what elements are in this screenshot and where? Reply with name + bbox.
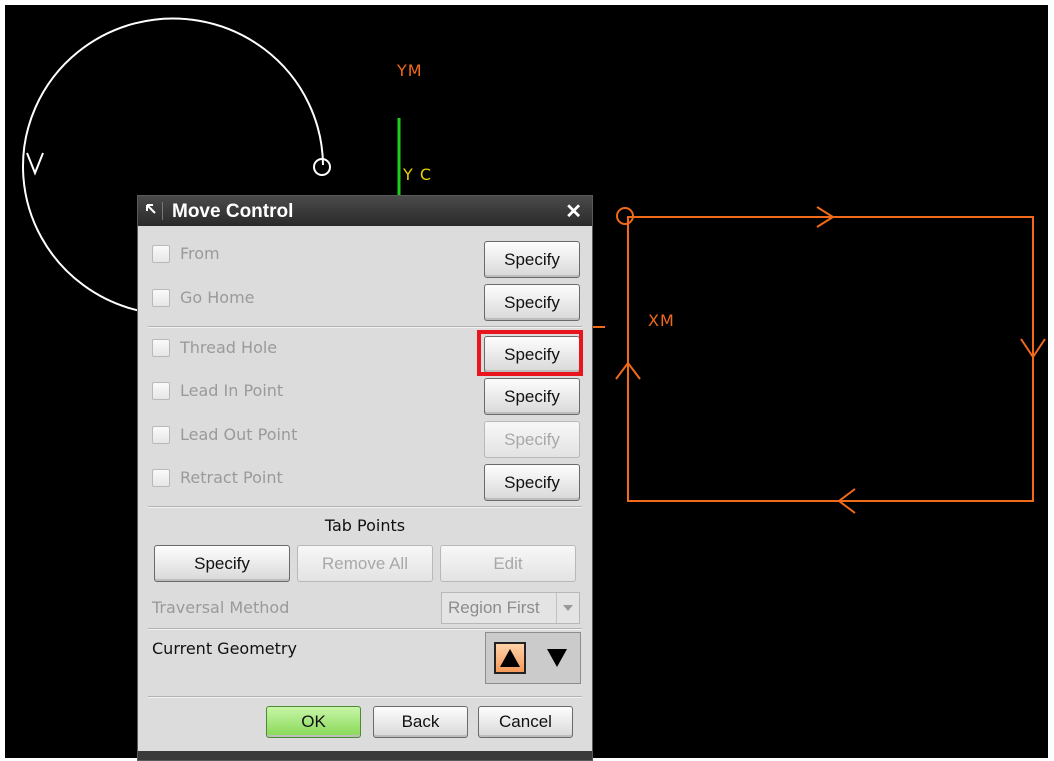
chevron-down-icon bbox=[556, 593, 579, 623]
dialog-title: Move Control bbox=[172, 201, 294, 222]
tab-points-title: Tab Points bbox=[324, 516, 406, 535]
circle-direction-arrow bbox=[26, 152, 44, 176]
go-home-specify-button[interactable]: Specify bbox=[484, 284, 580, 321]
row-from: From bbox=[152, 244, 220, 263]
cancel-button[interactable]: Cancel bbox=[478, 706, 573, 738]
separator bbox=[148, 326, 582, 328]
dialog-titlebar[interactable]: Move Control ✕ bbox=[138, 196, 592, 226]
toolpath-rectangle bbox=[627, 216, 1034, 502]
go-home-label: Go Home bbox=[180, 288, 255, 307]
row-lead-out-point: Lead Out Point bbox=[152, 425, 297, 444]
back-button[interactable]: Back bbox=[373, 706, 468, 738]
row-go-home: Go Home bbox=[152, 288, 255, 307]
ym-label: YM bbox=[397, 61, 423, 80]
xm-label: XM bbox=[648, 311, 675, 330]
row-lead-in-point: Lead In Point bbox=[152, 381, 283, 400]
thread-hole-checkbox[interactable] bbox=[152, 338, 170, 357]
lead-in-point-specify-button[interactable]: Specify bbox=[484, 378, 580, 415]
separator bbox=[148, 696, 582, 698]
lead-in-point-label: Lead In Point bbox=[180, 381, 284, 400]
triangle-down-icon[interactable] bbox=[541, 642, 573, 674]
triangle-up-icon[interactable] bbox=[494, 642, 526, 674]
highlight-box bbox=[477, 330, 583, 376]
edit-button[interactable]: Edit bbox=[440, 545, 576, 582]
geometry-navigator bbox=[485, 632, 581, 684]
dialog-bottom-strip bbox=[138, 751, 592, 760]
thread-hole-label: Thread Hole bbox=[180, 338, 278, 357]
lead-out-point-specify-button[interactable]: Specify bbox=[484, 421, 580, 458]
yc-label: Y C bbox=[403, 165, 433, 184]
traversal-method-label: Traversal Method bbox=[152, 598, 290, 617]
current-geometry-label: Current Geometry bbox=[152, 639, 297, 658]
remove-all-button[interactable]: Remove All bbox=[297, 545, 433, 582]
traversal-method-value: Region First bbox=[448, 598, 540, 617]
pin-icon[interactable] bbox=[144, 202, 163, 220]
move-control-dialog: Move Control ✕ From Specify Go Home Spec… bbox=[137, 195, 593, 761]
row-retract-point: Retract Point bbox=[152, 468, 283, 487]
from-specify-button[interactable]: Specify bbox=[484, 241, 580, 278]
lead-out-point-checkbox[interactable] bbox=[152, 425, 170, 444]
close-icon[interactable]: ✕ bbox=[565, 199, 582, 224]
separator bbox=[148, 506, 582, 508]
from-checkbox[interactable] bbox=[152, 244, 170, 263]
separator bbox=[148, 628, 582, 630]
ok-button[interactable]: OK bbox=[266, 706, 361, 738]
from-label: From bbox=[180, 244, 220, 263]
lead-out-point-label: Lead Out Point bbox=[180, 425, 298, 444]
retract-point-label: Retract Point bbox=[180, 468, 283, 487]
lead-in-point-checkbox[interactable] bbox=[152, 381, 170, 400]
row-thread-hole: Thread Hole bbox=[152, 338, 277, 357]
retract-point-checkbox[interactable] bbox=[152, 468, 170, 487]
retract-point-specify-button[interactable]: Specify bbox=[484, 464, 580, 501]
traversal-method-select[interactable]: Region First bbox=[441, 592, 580, 624]
go-home-checkbox[interactable] bbox=[152, 288, 170, 307]
tab-points-specify-button[interactable]: Specify bbox=[154, 545, 290, 582]
